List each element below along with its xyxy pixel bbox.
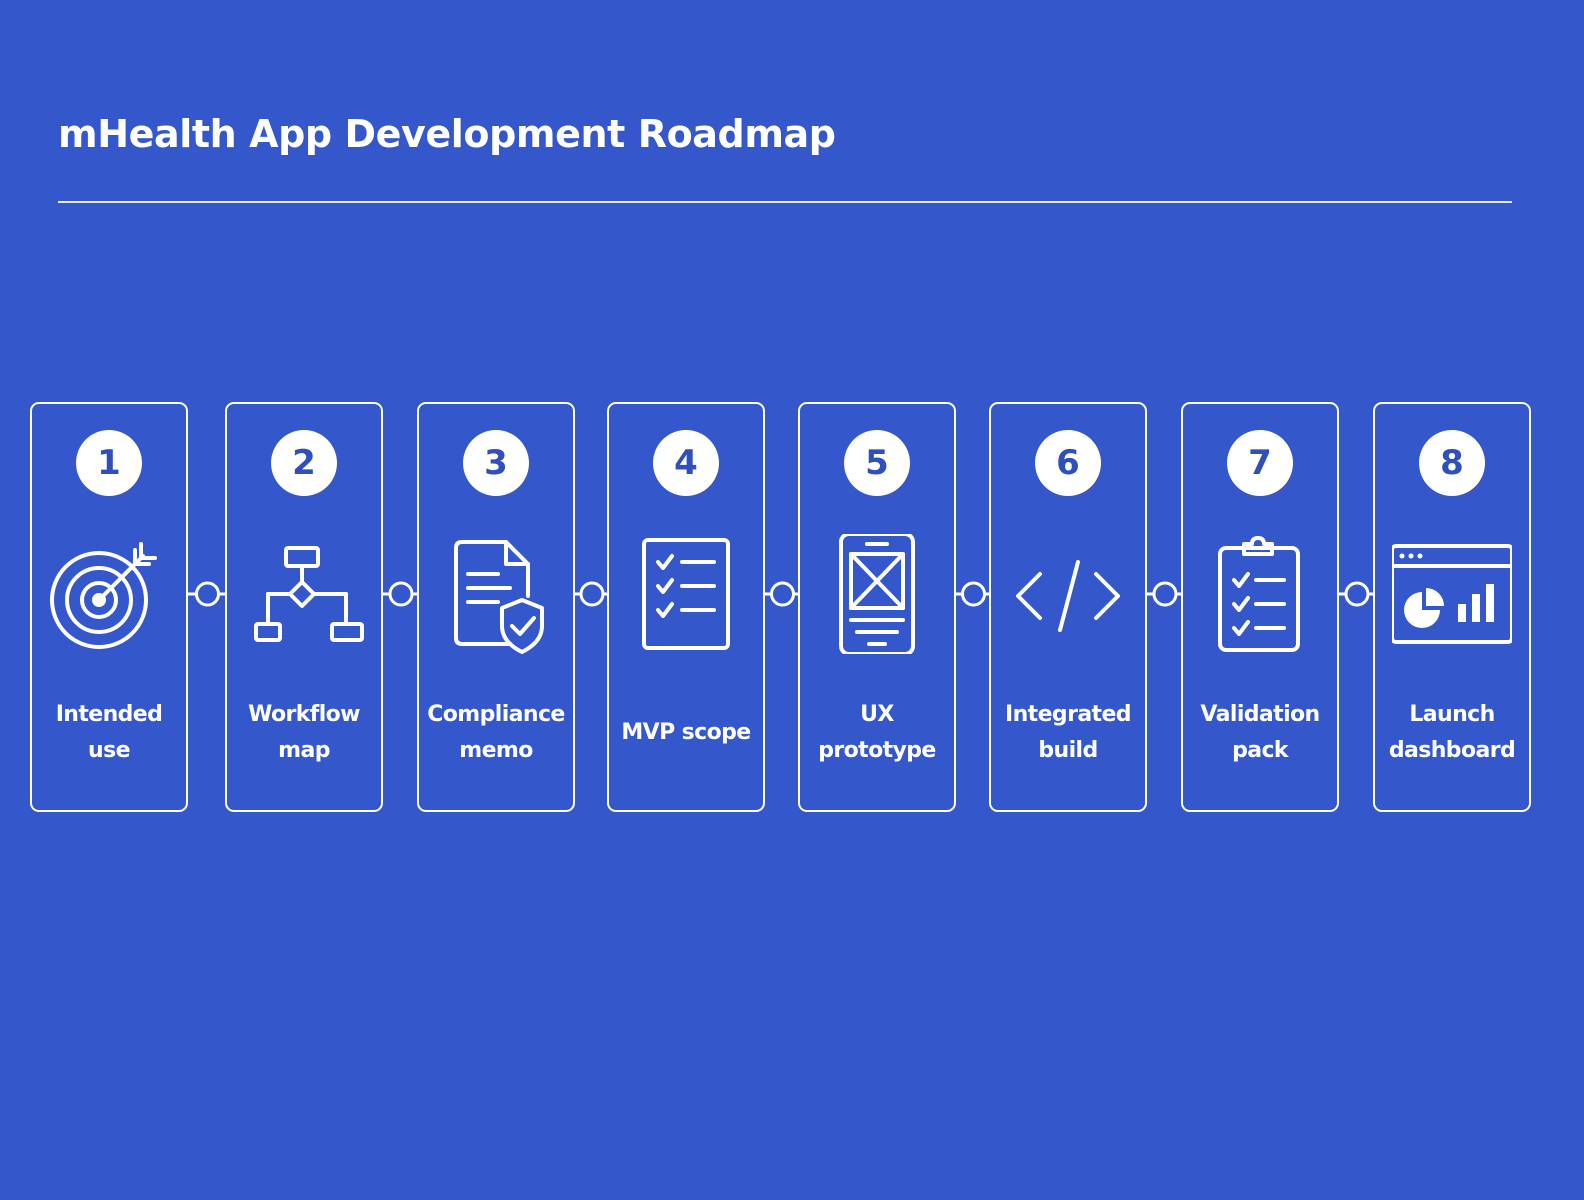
checklist-icon <box>626 534 746 654</box>
page-title: mHealth App Development Roadmap <box>58 112 836 156</box>
step-connector <box>1339 574 1375 614</box>
step-card-3: 3 Compliance memo <box>417 402 575 812</box>
step-connector <box>575 574 609 614</box>
step-card-4: 4 MVP scope <box>607 402 765 812</box>
mobile-wireframe-icon <box>817 534 937 654</box>
step-number-badge: 8 <box>1419 430 1485 496</box>
step-connector <box>956 574 991 614</box>
step-number-badge: 5 <box>844 430 910 496</box>
clipboard-checklist-icon <box>1200 534 1320 654</box>
step-card-5: 5 UX prototype <box>798 402 956 812</box>
step-number-badge: 2 <box>271 430 337 496</box>
step-label: Workflow map <box>248 702 360 763</box>
step-connector <box>765 574 800 614</box>
step-number-badge: 7 <box>1227 430 1293 496</box>
step-number-badge: 3 <box>463 430 529 496</box>
code-icon <box>1008 534 1128 654</box>
step-card-1: 1 Intended use <box>30 402 188 812</box>
step-label: Validation pack <box>1200 702 1320 763</box>
target-icon <box>49 534 169 654</box>
step-card-2: 2 Workflow map <box>225 402 383 812</box>
step-number-badge: 6 <box>1035 430 1101 496</box>
dashboard-icon <box>1392 534 1512 654</box>
step-card-8: 8 Launch dashboard <box>1373 402 1531 812</box>
shield-document-icon <box>436 534 556 654</box>
step-label: UX prototype <box>818 702 936 763</box>
step-label: MVP scope <box>621 720 751 745</box>
step-card-7: 7 Validation pack <box>1181 402 1339 812</box>
step-label: Launch dashboard <box>1388 702 1516 763</box>
step-connector <box>188 574 227 614</box>
step-label: Compliance memo <box>427 702 565 763</box>
title-divider <box>58 201 1512 203</box>
step-connector <box>383 574 419 614</box>
step-label: Intended use <box>55 702 163 763</box>
step-card-6: 6 Integrated build <box>989 402 1147 812</box>
step-connector <box>1147 574 1183 614</box>
step-label: Integrated build <box>1005 702 1132 763</box>
step-number-badge: 4 <box>653 430 719 496</box>
step-number-badge: 1 <box>76 430 142 496</box>
flowchart-icon <box>244 534 364 654</box>
